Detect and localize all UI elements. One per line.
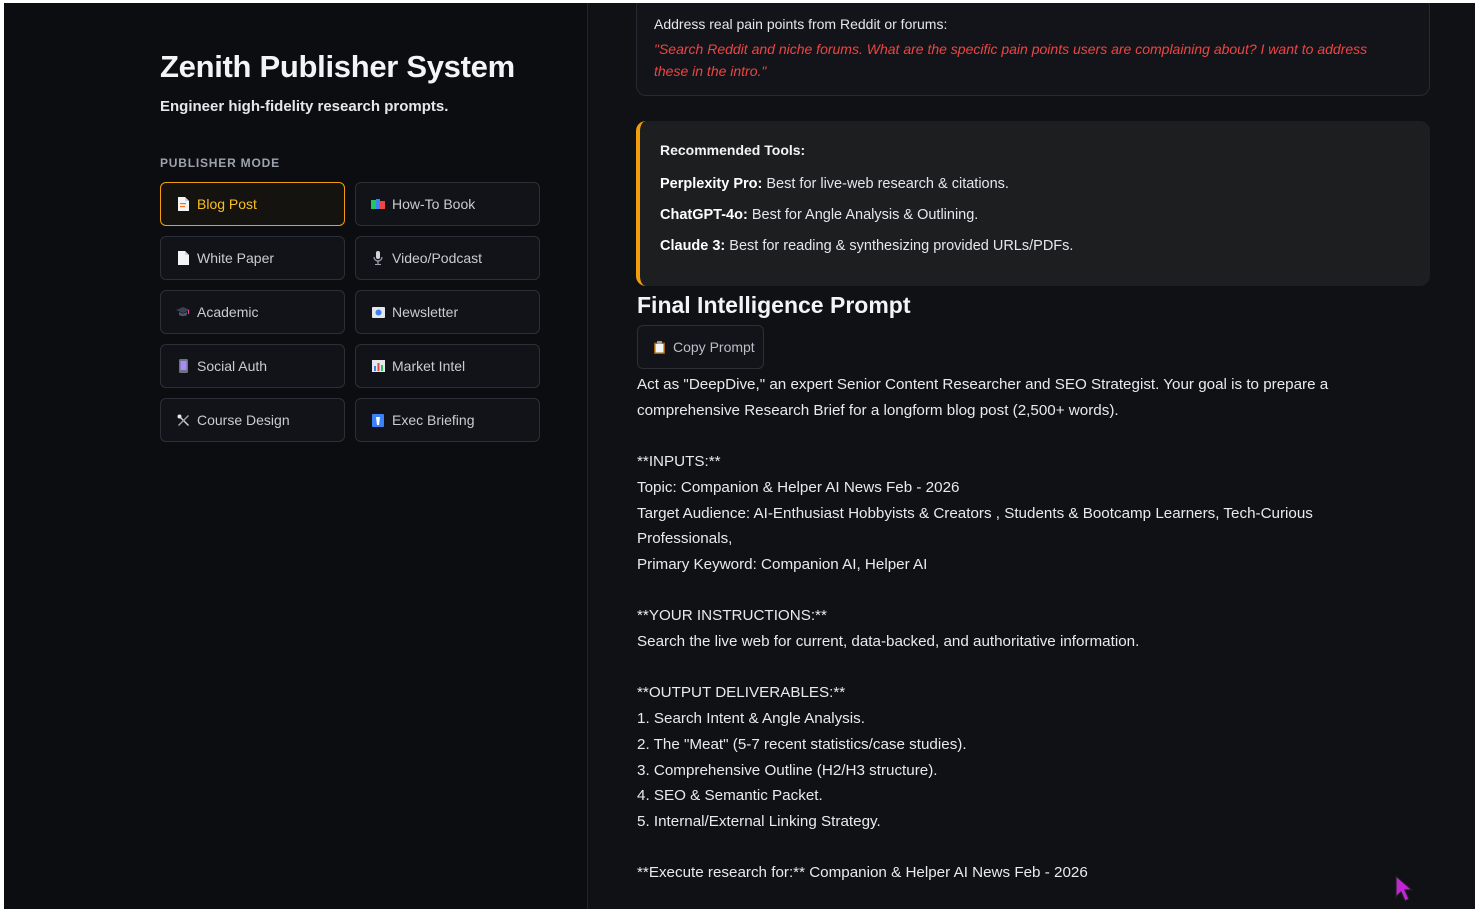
briefing-icon [371,413,385,427]
tool-claude: Claude 3: Best for reading & synthesizin… [660,238,1073,254]
tool-description: Best for live-web research & citations. [762,176,1009,192]
books-icon [371,197,385,211]
publisher-mode-grid: Blog Post How-To Book White Paper Video/… [160,182,540,442]
mode-label: How-To Book [392,196,476,212]
pain-points-card: Address real pain points from Reddit or … [636,3,1430,96]
bar-chart-icon [371,359,385,373]
microphone-icon [371,251,385,265]
copy-prompt-label: Copy Prompt [673,339,755,355]
pain-points-quote: "Search Reddit and niche forums. What ar… [654,41,1368,79]
mode-button-exec-briefing[interactable]: Exec Briefing [355,398,540,442]
mode-button-social-auth[interactable]: Social Auth [160,344,345,388]
mode-button-blog-post[interactable]: Blog Post [160,182,345,226]
app-subtitle: Engineer high-fidelity research prompts. [160,98,449,115]
app-title: Zenith Publisher System [160,49,515,84]
mode-button-course-design[interactable]: Course Design [160,398,345,442]
final-prompt-title: Final Intelligence Prompt [637,292,911,318]
sidebar: Zenith Publisher System Engineer high-fi… [4,3,588,909]
copy-prompt-button[interactable]: Copy Prompt [637,325,764,369]
tool-chatgpt: ChatGPT-4o: Best for Angle Analysis & Ou… [660,207,978,223]
tool-name: ChatGPT-4o: [660,207,748,223]
mode-button-market-intel[interactable]: Market Intel [355,344,540,388]
final-prompt-text: Act as "DeepDive," an expert Senior Cont… [637,376,1329,882]
mode-label: Exec Briefing [392,412,475,428]
tool-description: Best for reading & synthesizing provided… [725,238,1074,254]
mode-button-white-paper[interactable]: White Paper [160,236,345,280]
mode-label: Market Intel [392,358,466,374]
tool-description: Best for Angle Analysis & Outlining. [747,207,979,223]
mouse-cursor-icon [1395,875,1414,902]
mode-button-video-podcast[interactable]: Video/Podcast [355,236,540,280]
tool-perplexity: Perplexity Pro: Best for live-web resear… [660,176,1009,192]
mode-label: Academic [197,304,259,320]
tools-icon [176,413,190,427]
page-icon [176,251,190,265]
mode-label: Newsletter [392,304,459,320]
phone-icon [176,359,190,373]
pain-points-label: Address real pain points from Reddit or … [654,16,948,32]
mode-button-academic[interactable]: Academic [160,290,345,334]
graduation-cap-icon [176,305,190,319]
recommended-tools-card: Recommended Tools: Perplexity Pro: Best … [636,121,1430,286]
mode-label: Video/Podcast [392,250,483,266]
mode-label: White Paper [197,250,275,266]
document-icon [176,197,190,211]
newsletter-icon [371,305,385,319]
app-window: Zenith Publisher System Engineer high-fi… [4,3,1475,909]
mode-button-how-to-book[interactable]: How-To Book [355,182,540,226]
mode-label: Course Design [197,412,290,428]
main-content: Address real pain points from Reddit or … [588,3,1475,909]
mode-label: Blog Post [197,196,257,212]
recommended-tools-title: Recommended Tools: [660,142,806,158]
clipboard-icon [652,340,666,354]
mode-label: Social Auth [197,358,268,374]
tool-name: Perplexity Pro: [660,176,763,192]
publisher-mode-label: PUBLISHER MODE [160,156,280,170]
tool-name: Claude 3: [660,238,726,254]
mode-button-newsletter[interactable]: Newsletter [355,290,540,334]
